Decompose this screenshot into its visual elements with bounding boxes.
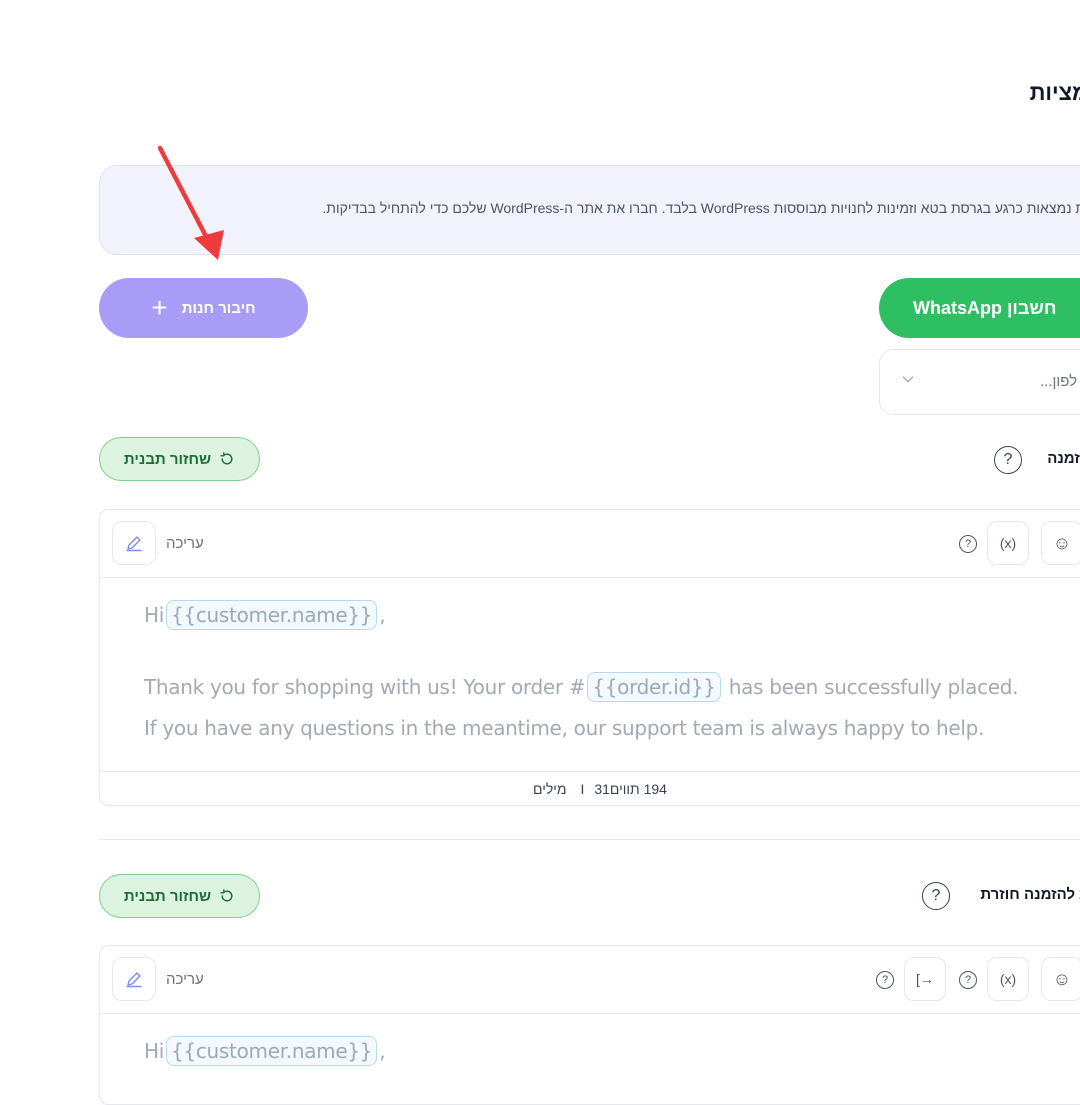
variable-icon: (x) bbox=[999, 535, 1017, 551]
page-title: מציות bbox=[1029, 80, 1080, 105]
message-line-order[interactable]: Thank you for shopping with us! Your ord… bbox=[144, 672, 1019, 702]
whatsapp-account-button[interactable]: WhatsApp חשבון bbox=[879, 278, 1080, 338]
chevron-down-icon bbox=[902, 376, 914, 383]
greeting-prefix: Hi bbox=[144, 1039, 164, 1063]
connect-store-label: חיבור חנות bbox=[181, 299, 256, 317]
help-icon[interactable]: ? bbox=[959, 535, 977, 553]
counter-separator: I bbox=[580, 781, 585, 797]
emoji-icon: ☺ bbox=[1052, 532, 1072, 553]
insert-link-button[interactable]: [→ bbox=[904, 957, 946, 1001]
edit-label: עריכה bbox=[166, 535, 204, 552]
insert-variable-button[interactable]: (x) bbox=[987, 957, 1029, 1001]
reset-template-button[interactable]: שחזור תבנית bbox=[99, 437, 260, 481]
edit-label: עריכה bbox=[166, 971, 204, 988]
order-line-prefix: Thank you for shopping with us! Your ord… bbox=[144, 675, 586, 699]
character-word-counter: 194 תווים I31 מילים bbox=[100, 781, 1080, 797]
insert-variable-button[interactable]: (x) bbox=[987, 521, 1029, 565]
emoji-button[interactable]: ☺ bbox=[1041, 957, 1080, 1001]
message-line-greeting[interactable]: Hi {{customer.name}}, bbox=[144, 1036, 386, 1066]
variable-chip: {{customer.name}} bbox=[166, 600, 378, 630]
word-count: 31 מילים bbox=[533, 781, 610, 797]
section-divider bbox=[99, 839, 1080, 840]
help-icon[interactable]: ? bbox=[994, 446, 1022, 474]
emoji-icon: ☺ bbox=[1052, 968, 1072, 989]
beta-info-text: ציות נמצאות כרגע בגרסת בטא וזמינות לחנוי… bbox=[322, 200, 1080, 216]
help-icon[interactable]: ? bbox=[959, 971, 977, 989]
plus-icon: + bbox=[151, 292, 168, 323]
editor-toolbar-divider bbox=[100, 1013, 1080, 1014]
insert-icon: [→ bbox=[916, 971, 934, 987]
whatsapp-account-label: WhatsApp חשבון bbox=[913, 297, 1057, 318]
phone-select-value: לפון... bbox=[1040, 373, 1078, 390]
editor-footer-divider bbox=[100, 771, 1080, 772]
reset-template-button[interactable]: שחזור תבנית bbox=[99, 874, 260, 918]
reset-template-label: שחזור תבנית bbox=[123, 450, 212, 468]
message-line-support[interactable]: If you have any questions in the meantim… bbox=[144, 716, 984, 740]
editor-toolbar-divider bbox=[100, 577, 1080, 578]
section-label-repeat-order: ת להזמנה חוזרת bbox=[980, 886, 1080, 903]
reset-icon bbox=[220, 889, 233, 902]
edit-pencil-icon[interactable] bbox=[112, 957, 156, 1001]
connect-store-button[interactable]: חיבור חנות + bbox=[99, 278, 308, 338]
order-line-suffix: has been successfully placed. bbox=[728, 675, 1019, 699]
help-icon[interactable]: ? bbox=[876, 971, 894, 989]
greeting-suffix: , bbox=[379, 603, 386, 627]
variable-chip: {{order.id}} bbox=[587, 672, 721, 702]
help-icon[interactable]: ? bbox=[922, 882, 950, 910]
greeting-suffix: , bbox=[379, 1039, 386, 1063]
message-editor-card bbox=[99, 509, 1080, 806]
reset-template-label: שחזור תבנית bbox=[123, 887, 212, 905]
emoji-button[interactable]: ☺ bbox=[1041, 521, 1080, 565]
edit-pencil-icon[interactable] bbox=[112, 521, 156, 565]
char-count: 194 תווים bbox=[609, 781, 667, 797]
message-line-greeting[interactable]: Hi {{customer.name}}, bbox=[144, 600, 386, 630]
variable-icon: (x) bbox=[999, 971, 1017, 987]
variable-chip: {{customer.name}} bbox=[166, 1036, 378, 1066]
greeting-prefix: Hi bbox=[144, 603, 164, 627]
reset-icon bbox=[220, 452, 233, 465]
section-label-order: הזמנה bbox=[1047, 450, 1080, 467]
